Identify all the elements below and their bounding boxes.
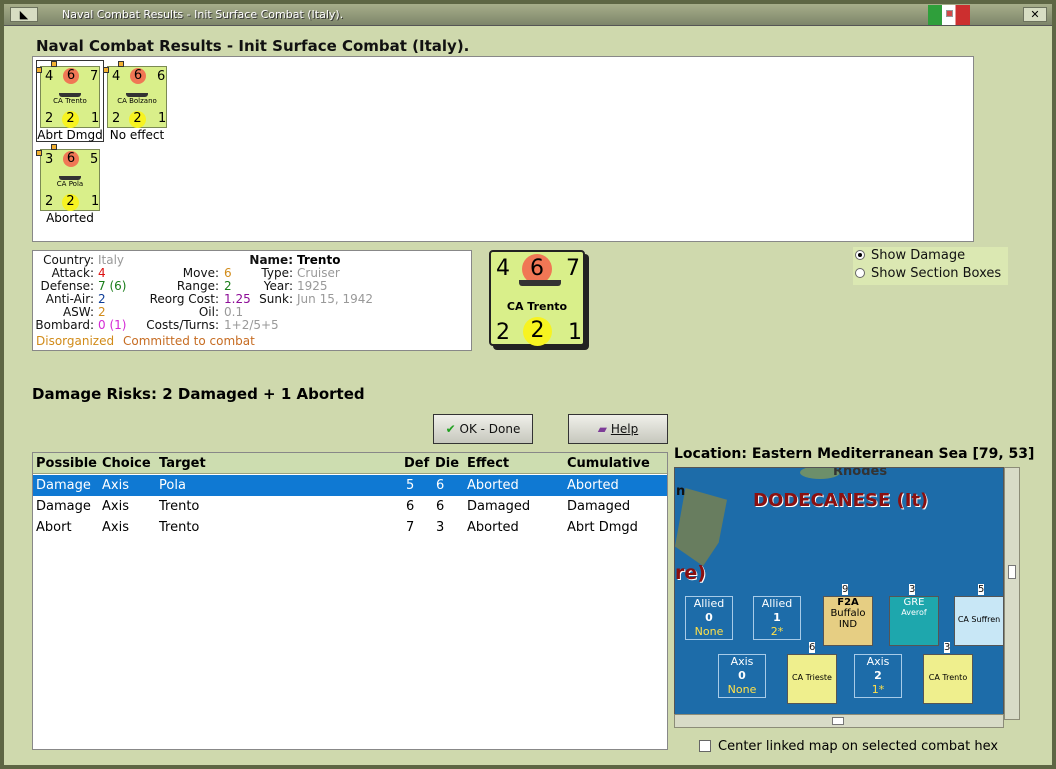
title-bar: ◣ Naval Combat Results - Init Surface Co… — [4, 4, 1052, 26]
table-row[interactable]: Abort Axis Trento 7 3 Aborted Abrt Dmgd — [33, 517, 667, 538]
axis-box[interactable]: Axis 0 None — [718, 654, 766, 698]
checkmark-icon: ✔ — [445, 422, 456, 436]
unit-marker-icon — [51, 61, 57, 67]
ship-icon — [519, 280, 561, 286]
map-vertical-scrollbar[interactable] — [1004, 467, 1020, 720]
italy-flag-icon — [928, 5, 970, 25]
combat-results-table: Possible Choice Target Def Die Effect Cumulati… — [32, 452, 668, 750]
map-horizontal-scrollbar[interactable] — [674, 714, 1004, 728]
unit-marker-icon — [36, 67, 42, 73]
unit-results-panel: 4 6 7 CA Trento 2 2 1 Abrt Dmgd 4 6 6 CA… — [32, 56, 974, 242]
map-unit-trento[interactable]: CA Trento — [923, 654, 973, 704]
result-label: Abrt Dmgd — [37, 128, 103, 142]
location-label: Location: Eastern Mediterranean Sea [79,… — [674, 446, 1035, 462]
defense-value: 6 — [63, 68, 79, 84]
selected-unit-card: 4 6 7 CA Trento 2 2 1 — [489, 250, 585, 346]
map-unit-buffalo[interactable]: F2A Buffalo IND — [823, 596, 873, 646]
show-section-radio[interactable]: Show Section Boxes — [855, 266, 1001, 281]
menu-icon[interactable]: ◣ — [10, 7, 38, 22]
unit-card-trento[interactable]: 4 6 7 CA Trento 2 2 1 — [36, 61, 100, 128]
show-damage-radio[interactable]: Show Damage — [855, 248, 965, 263]
allied-box[interactable]: Allied 1 2* — [753, 596, 801, 640]
unit-card-bolzano[interactable]: 4 6 6 CA Bolzano 2 2 1 — [103, 61, 167, 128]
table-row[interactable]: Damage Axis Pola 5 6 Aborted Aborted — [33, 475, 667, 496]
unit-marker-icon — [51, 144, 57, 150]
close-icon[interactable]: ✕ — [1023, 7, 1047, 22]
page-title: Naval Combat Results - Init Surface Comb… — [36, 37, 470, 55]
map-unit-suffren[interactable]: CA Suffren — [954, 596, 1003, 646]
book-icon: ▰ — [597, 422, 608, 436]
result-label: No effect — [109, 128, 165, 142]
result-label: Aborted — [46, 211, 94, 225]
unit-info-panel: Country: Italy Attack: 4 Defense: 7 (6) Ant… — [32, 250, 472, 351]
center-map-checkbox[interactable]: Center linked map on selected combat hex — [699, 739, 998, 754]
window-title: Naval Combat Results - Init Surface Comb… — [62, 8, 344, 21]
axis-box[interactable]: Axis 2 1* — [854, 654, 902, 698]
rhodes-island — [675, 488, 727, 566]
unit-marker-icon — [36, 150, 42, 156]
table-row[interactable]: Damage Axis Trento 6 6 Damaged Damaged — [33, 496, 667, 517]
unit-card-pola[interactable]: 3 6 5 CA Pola 2 2 1 — [36, 144, 100, 211]
allied-box[interactable]: Allied 0 None — [685, 596, 733, 640]
unit-marker-icon — [103, 67, 109, 73]
combat-results-window: ◣ Naval Combat Results - Init Surface Co… — [0, 0, 1056, 769]
table-header: Possible Choice Target Def Die Effect Cumulati… — [33, 453, 667, 474]
map-unit-averof[interactable]: GRE Averof — [889, 596, 939, 646]
ok-done-button[interactable]: ✔ OK - Done — [433, 414, 533, 444]
map-unit-trieste[interactable]: CA Trieste — [787, 654, 837, 704]
help-button[interactable]: ▰ Help — [568, 414, 668, 444]
damage-risks: Damage Risks: 2 Damaged + 1 Aborted — [32, 385, 365, 403]
linked-map[interactable]: Rhodes n DODECANESE (It) re) Allied 0 None… — [674, 467, 1004, 720]
unit-marker-icon — [118, 61, 124, 67]
